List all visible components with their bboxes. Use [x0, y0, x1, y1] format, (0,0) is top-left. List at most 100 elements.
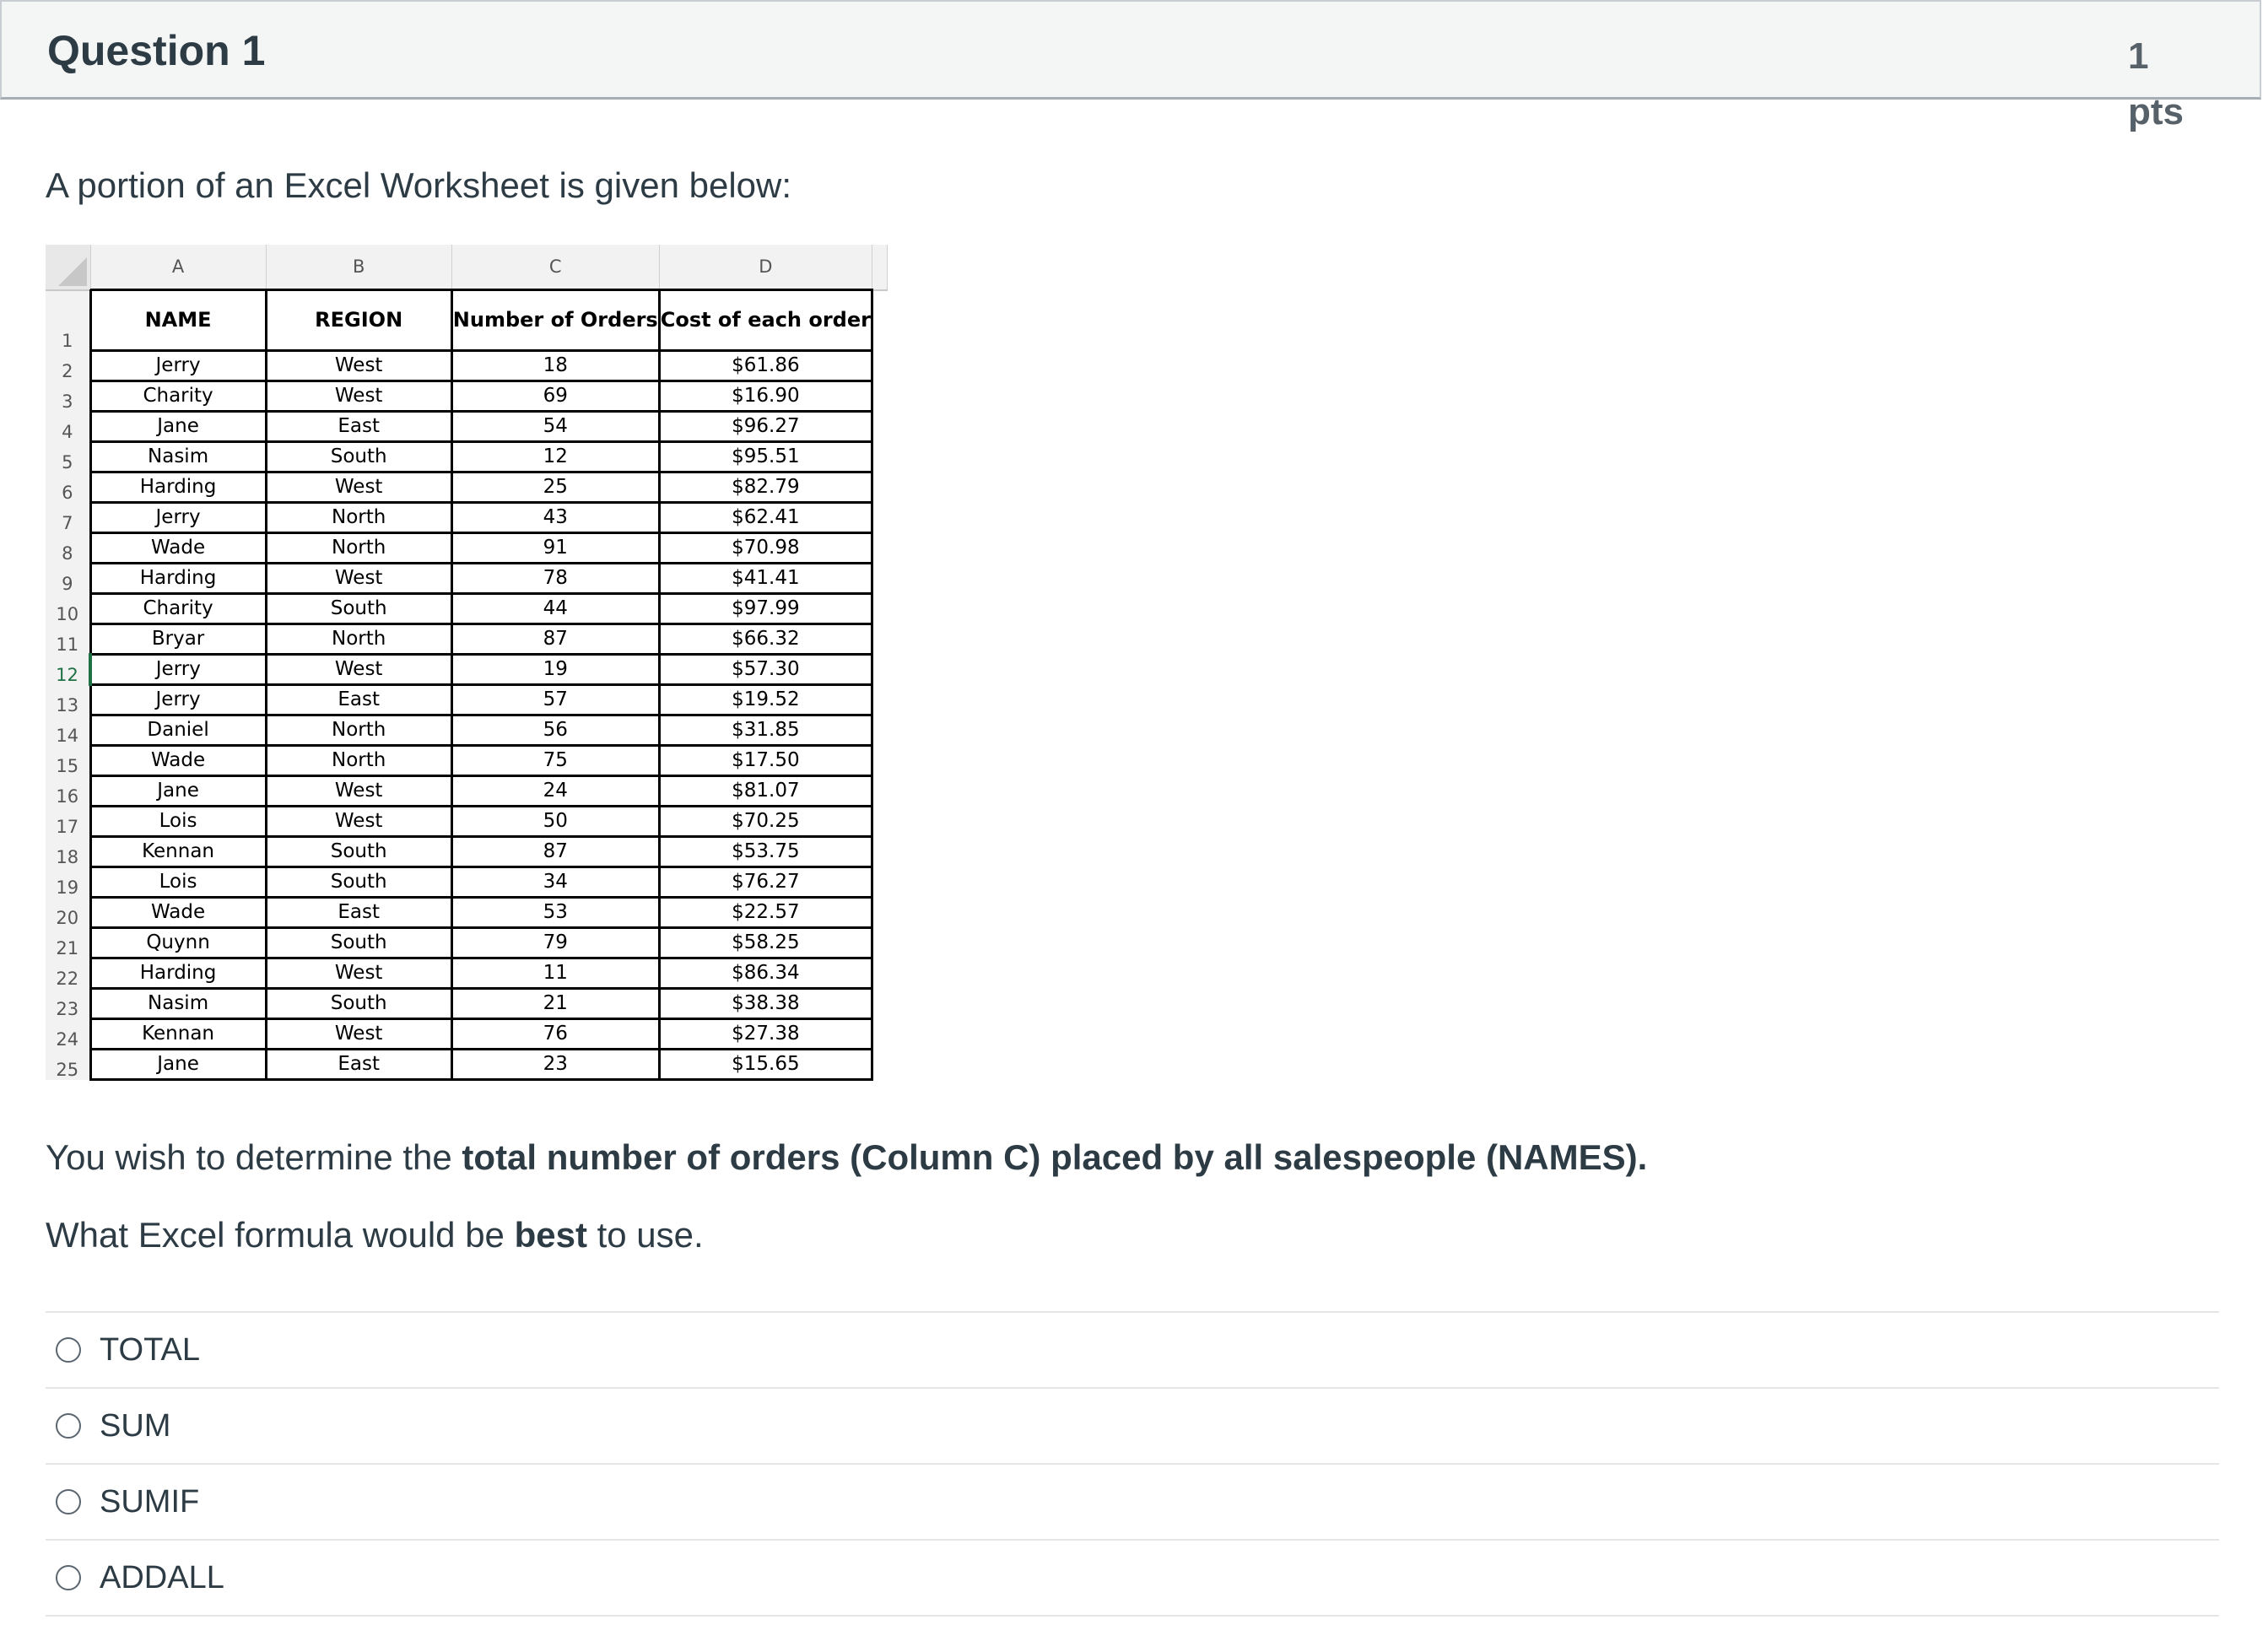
column-header-b[interactable]: B [266, 245, 452, 291]
cell-orders: 87 [450, 623, 661, 656]
table-row: 8 Wade North 91 $70.98 [46, 532, 888, 564]
cell-orders: 57 [450, 683, 661, 716]
row-number[interactable]: 17 [46, 806, 92, 837]
cell-cost: $57.30 [657, 653, 873, 686]
cell-region: West [264, 775, 453, 807]
radio-button[interactable] [56, 1413, 81, 1439]
row-number[interactable]: 4 [46, 411, 92, 442]
answer-label: ADDALL [100, 1559, 224, 1595]
row-number[interactable]: 23 [46, 988, 92, 1019]
radio-button[interactable] [56, 1489, 81, 1514]
cell-cost: $96.27 [657, 410, 873, 443]
row-number[interactable]: 10 [46, 593, 92, 624]
select-all-icon [57, 256, 87, 286]
header-row: 1 NAME REGION Number of Orders Cost of e… [46, 289, 888, 352]
question-intro: A portion of an Excel Worksheet is given… [46, 165, 792, 205]
answer-list: TOTAL SUM SUMIF ADDALL [46, 1311, 2219, 1617]
row-number[interactable]: 13 [46, 684, 92, 715]
radio-button[interactable] [56, 1565, 81, 1590]
answer-option-total[interactable]: TOTAL [46, 1313, 2219, 1389]
cell-name: Kennan [89, 835, 267, 868]
column-header-a[interactable]: A [90, 245, 267, 291]
row-number[interactable]: 12 [46, 654, 93, 685]
table-row: 10 Charity South 44 $97.99 [46, 592, 888, 625]
row-number[interactable]: 24 [46, 1018, 92, 1050]
cell-name: Wade [89, 744, 267, 777]
cell-orders: 91 [450, 532, 661, 564]
select-all-corner[interactable] [46, 245, 91, 291]
table-row: 21 Quynn South 79 $58.25 [46, 926, 888, 959]
cell-name: Wade [89, 532, 267, 564]
table-row: 4 Jane East 54 $96.27 [46, 410, 888, 443]
cell-name: Bryar [89, 623, 267, 656]
cell-region: North [264, 623, 453, 656]
table-row: 23 Nasim South 21 $38.38 [46, 987, 888, 1020]
cell-region: North [264, 744, 453, 777]
row-number[interactable]: 2 [46, 350, 92, 381]
table-row: 3 Charity West 69 $16.90 [46, 380, 888, 413]
cell-orders: 54 [450, 410, 661, 443]
answer-option-addall[interactable]: ADDALL [46, 1541, 2219, 1617]
table-row: 6 Harding West 25 $82.79 [46, 471, 888, 504]
row-number[interactable]: 8 [46, 532, 92, 564]
cell-cost: $41.41 [657, 562, 873, 595]
cell-region: South [264, 440, 453, 473]
cell-name: Harding [89, 471, 267, 504]
table-row: 17 Lois West 50 $70.25 [46, 805, 888, 838]
points-value: 1 [2128, 35, 2149, 77]
cell-orders: 25 [450, 471, 661, 504]
column-header-d[interactable]: D [659, 245, 872, 291]
cell-cost: $61.86 [657, 349, 873, 382]
cell-name: Lois [89, 866, 267, 899]
cell-cost: $86.34 [657, 957, 873, 990]
row-number[interactable]: 11 [46, 624, 92, 655]
row-number[interactable]: 16 [46, 775, 92, 807]
table-row: 5 Nasim South 12 $95.51 [46, 440, 888, 473]
table-row: 12 Jerry West 19 $57.30 [46, 653, 888, 686]
column-header-row: A B C D [46, 245, 888, 291]
header-orders: Number of Orders [450, 289, 661, 352]
row-number[interactable]: 20 [46, 897, 92, 928]
cell-name: Nasim [89, 987, 267, 1020]
cell-cost: $22.57 [657, 896, 873, 929]
row-number[interactable]: 3 [46, 381, 92, 412]
row-number[interactable]: 5 [46, 441, 92, 472]
header-name: NAME [89, 289, 267, 352]
row-number[interactable]: 19 [46, 866, 92, 898]
column-header-c[interactable]: C [451, 245, 660, 291]
cell-orders: 18 [450, 349, 661, 382]
row-number[interactable]: 6 [46, 472, 92, 503]
row-number[interactable]: 7 [46, 502, 92, 533]
row-number[interactable]: 14 [46, 715, 92, 746]
row-number[interactable]: 22 [46, 958, 92, 989]
cell-name: Harding [89, 957, 267, 990]
cell-cost: $17.50 [657, 744, 873, 777]
row-number[interactable]: 9 [46, 563, 92, 594]
table-row: 16 Jane West 24 $81.07 [46, 775, 888, 807]
row-number[interactable]: 18 [46, 836, 92, 867]
row-number[interactable]: 21 [46, 927, 92, 958]
cell-cost: $70.25 [657, 805, 873, 838]
cell-cost: $76.27 [657, 866, 873, 899]
table-row: 11 Bryar North 87 $66.32 [46, 623, 888, 656]
cell-name: Jerry [89, 501, 267, 534]
cell-orders: 56 [450, 714, 661, 747]
answer-label: TOTAL [100, 1331, 200, 1368]
table-row: 20 Wade East 53 $22.57 [46, 896, 888, 929]
table-row: 7 Jerry North 43 $62.41 [46, 501, 888, 534]
cell-name: Charity [89, 592, 267, 625]
answer-option-sumif[interactable]: SUMIF [46, 1465, 2219, 1541]
row-number[interactable]: 1 [46, 289, 92, 351]
row-number[interactable]: 15 [46, 745, 92, 776]
cell-region: West [264, 349, 453, 382]
table-row: 22 Harding West 11 $86.34 [46, 957, 888, 990]
cell-orders: 11 [450, 957, 661, 990]
answer-option-sum[interactable]: SUM [46, 1389, 2219, 1465]
cell-cost: $97.99 [657, 592, 873, 625]
cell-name: Lois [89, 805, 267, 838]
row-number[interactable]: 25 [46, 1049, 92, 1080]
cell-region: South [264, 987, 453, 1020]
table-row: 18 Kennan South 87 $53.75 [46, 835, 888, 868]
cell-region: North [264, 532, 453, 564]
radio-button[interactable] [56, 1337, 81, 1363]
